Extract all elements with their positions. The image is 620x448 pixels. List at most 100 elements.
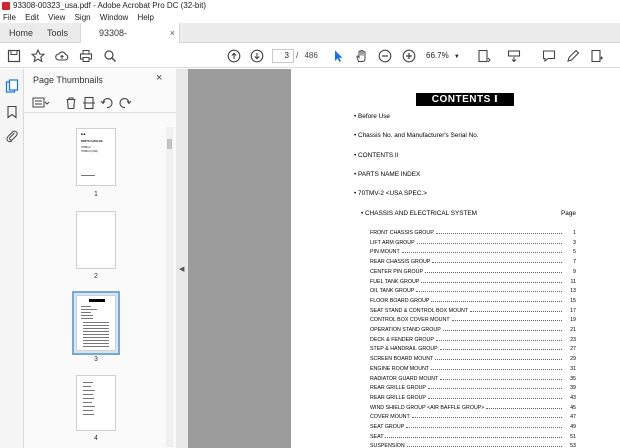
window-titlebar: 93308-00323_usa.pdf - Adobe Acrobat Pro … xyxy=(0,0,620,12)
zoom-out-icon[interactable] xyxy=(377,48,393,64)
zoom-in-icon[interactable] xyxy=(401,48,417,64)
toc-row-page: 23 xyxy=(570,336,576,343)
page-column-header: Page xyxy=(561,210,576,217)
toc-row[interactable]: PIN MOUNT 5 xyxy=(370,246,576,255)
tab-home[interactable]: Home xyxy=(9,23,33,43)
toc-row-page: 29 xyxy=(570,356,576,363)
rotate-right-icon[interactable] xyxy=(118,96,132,110)
bookmark-icon[interactable] xyxy=(5,105,19,119)
toc-row[interactable]: FUEL TANK GROUP 11 xyxy=(370,276,576,285)
thumbnail-page-1[interactable]: ■ ■ PARTS CATALOG 70TMV-2 70TMV-2 [USA] xyxy=(76,128,116,186)
toc-row-label: OPERATION STAND GROUP xyxy=(370,327,441,333)
toc-row[interactable]: FLOOR BOARD GROUP 15 xyxy=(370,295,576,304)
attachment-icon[interactable] xyxy=(5,129,19,143)
toc-row[interactable]: COVER MOUNT 47 xyxy=(370,411,576,420)
toc-row-page: 13 xyxy=(570,288,576,295)
page-separator: / xyxy=(296,51,299,60)
arrow-down-circle-icon[interactable] xyxy=(249,48,265,64)
toc-row[interactable]: SEAT GROUP 49 xyxy=(370,421,576,430)
toc-row[interactable]: REAR GRILLE GROUP 39 xyxy=(370,382,576,391)
toc-row[interactable]: SEAT STAND & CONTROL BOX MOUNT 17 xyxy=(370,305,576,314)
cursor-arrow-icon[interactable] xyxy=(330,48,346,64)
toc-row-page: 53 xyxy=(570,443,576,448)
toc-row-label: FRONT CHASSIS GROUP xyxy=(370,230,434,236)
document-viewer[interactable]: CONTENTS Ⅰ • Before Use • Chassis No. an… xyxy=(188,69,620,448)
menu-edit[interactable]: Edit xyxy=(25,13,39,22)
save-icon[interactable] xyxy=(6,48,22,64)
print-icon[interactable] xyxy=(78,48,94,64)
page-number-input[interactable]: 3 xyxy=(272,49,294,63)
toc-row-label: REAR GRILLE GROUP xyxy=(370,385,426,392)
toc-row-label: FUEL TANK GROUP xyxy=(370,278,420,285)
toc-row[interactable]: ENGINE ROOM MOUNT 31 xyxy=(370,363,576,372)
toc-row[interactable]: CENTER PIN GROUP 9 xyxy=(370,266,576,275)
panel-splitter[interactable]: ◀ xyxy=(176,69,188,448)
tab-document[interactable]: 93308-00323_usa... × xyxy=(80,23,180,58)
toc-dot-leader xyxy=(435,233,562,234)
toc-row-page: 43 xyxy=(570,394,576,401)
thumbnail-page-3[interactable] xyxy=(76,295,116,351)
thumbnail-label-1: 1 xyxy=(94,191,98,198)
toc-row-label: RADIATOR GUARD MOUNT xyxy=(370,375,439,382)
toc-row-page: 47 xyxy=(570,414,576,421)
thumbnail-page-2[interactable] xyxy=(76,211,116,269)
panel-title: Page Thumbnails xyxy=(33,75,103,85)
toc-row-page: 7 xyxy=(573,259,576,266)
collapse-panel-icon[interactable]: ◀ xyxy=(179,265,184,273)
toc-row[interactable]: DECK & FENDER GROUP 23 xyxy=(370,334,576,343)
toc-row[interactable]: CONTROL BOX COVER MOUNT 19 xyxy=(370,314,576,323)
thumb1-logo: ■ ■ xyxy=(81,132,86,136)
rotate-left-icon[interactable] xyxy=(100,96,114,110)
toc-row[interactable]: STEP & HANDRAIL GROUP 27 xyxy=(370,343,576,352)
toc-row-page: 39 xyxy=(570,385,576,392)
toc-row[interactable]: OIL TANK GROUP 13 xyxy=(370,285,576,294)
arrow-up-circle-icon[interactable] xyxy=(226,48,242,64)
trash-icon[interactable] xyxy=(64,96,78,110)
toc-row-label: LIFT ARM GROUP xyxy=(370,239,415,246)
tab-tools[interactable]: Tools xyxy=(47,23,68,43)
tab-bar: Home Tools 93308-00323_usa... × xyxy=(0,23,620,58)
menu-file[interactable]: File xyxy=(3,13,16,22)
scrollbar-thumb[interactable] xyxy=(167,139,172,149)
main-toolbar: 3 / 486 66.7% ▼ xyxy=(0,44,620,68)
toc-row[interactable]: WIND SHIELD GROUP <AIR BAFFLE GROUP> 45 xyxy=(370,402,576,411)
thumbnail-page-4[interactable] xyxy=(76,375,116,431)
toc-dot-leader xyxy=(385,436,562,438)
menu-window[interactable]: Window xyxy=(100,13,128,22)
window-title: 93308-00323_usa.pdf - Adobe Acrobat Pro … xyxy=(13,1,207,10)
toc-row[interactable]: RADIATOR GUARD MOUNT 35 xyxy=(370,373,576,382)
scroll-mode-icon[interactable] xyxy=(506,48,522,64)
toc-dot-leader xyxy=(439,349,562,351)
toc-dot-leader xyxy=(440,378,562,380)
toc-row[interactable]: OPERATION STAND GROUP 21 xyxy=(370,324,576,333)
page-total: / 486 xyxy=(296,49,318,63)
tab-close-icon[interactable]: × xyxy=(170,23,175,43)
page-fit-icon[interactable] xyxy=(476,48,492,64)
toc-row[interactable]: SEAT 51 xyxy=(370,431,576,440)
search-icon[interactable] xyxy=(102,48,118,64)
comment-icon[interactable] xyxy=(541,48,557,64)
toc-row[interactable]: SUSPENSION 53 xyxy=(370,440,576,448)
toc-row[interactable]: REAR CHASSIS GROUP 7 xyxy=(370,256,576,265)
toc-row[interactable]: REAR GRILLE GROUP 43 xyxy=(370,392,576,401)
more-icon[interactable] xyxy=(589,48,605,64)
menu-sign[interactable]: Sign xyxy=(75,13,91,22)
zoom-value: 66.7% xyxy=(426,51,449,60)
toc-row[interactable]: FRONT CHASSIS GROUP 1 xyxy=(370,227,576,236)
toc-row[interactable]: SCREEN BOARD MOUNT 29 xyxy=(370,353,576,362)
toc-row[interactable]: LIFT ARM GROUP 3 xyxy=(370,237,576,246)
menu-view[interactable]: View xyxy=(48,13,65,22)
zoom-level[interactable]: 66.7% ▼ xyxy=(426,49,460,63)
close-icon[interactable]: × xyxy=(156,72,162,84)
hand-icon[interactable] xyxy=(353,48,369,64)
thumbnails-scrollbar[interactable] xyxy=(166,127,173,447)
pen-icon[interactable] xyxy=(565,48,581,64)
thumbnail-options-icon[interactable] xyxy=(32,96,50,110)
menu-help[interactable]: Help xyxy=(138,13,154,22)
star-icon[interactable] xyxy=(30,48,46,64)
extract-pages-icon[interactable] xyxy=(82,96,96,110)
toc-dot-leader xyxy=(416,242,562,244)
page-thumbnails-icon[interactable] xyxy=(5,79,19,93)
cloud-upload-icon[interactable] xyxy=(54,48,70,64)
toc-row-page: 27 xyxy=(570,346,576,353)
